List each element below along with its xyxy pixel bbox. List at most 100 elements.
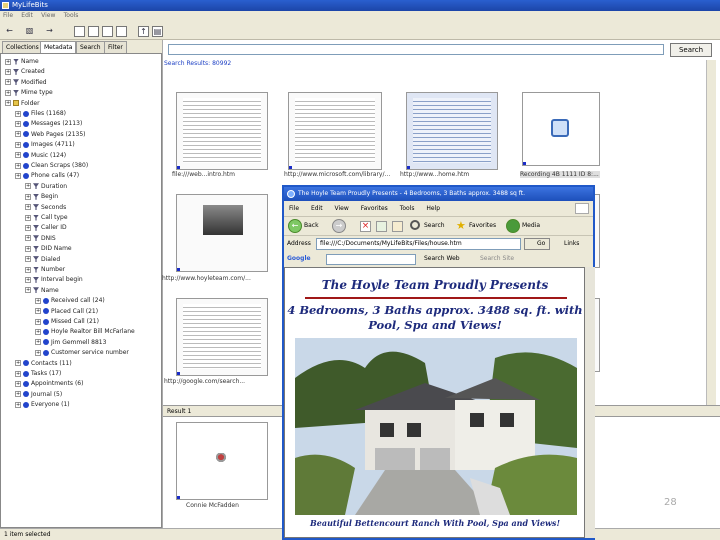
tree-item[interactable]: + Hoyle Realtor Bill McFarlane	[35, 327, 135, 336]
tree-item[interactable]: + Created	[5, 67, 45, 76]
view-detail-icon[interactable]	[102, 26, 113, 37]
expand-toggle-icon[interactable]: +	[25, 193, 31, 200]
expand-toggle-icon[interactable]: +	[25, 256, 31, 263]
browser-menu-file[interactable]: File	[284, 203, 304, 214]
expand-toggle-icon[interactable]: +	[25, 276, 31, 283]
expand-toggle-icon[interactable]: +	[35, 318, 41, 325]
tree-item[interactable]: + Received call (24)	[35, 296, 105, 305]
expand-toggle-icon[interactable]: +	[15, 141, 21, 148]
expand-toggle-icon[interactable]: +	[25, 287, 31, 294]
expand-toggle-icon[interactable]: +	[5, 58, 11, 65]
tree-item[interactable]: + Number	[25, 265, 65, 274]
browser-menu-help[interactable]: Help	[421, 203, 445, 214]
result-thumbnail[interactable]	[522, 92, 600, 166]
result-thumbnail[interactable]	[176, 298, 268, 376]
menu-view[interactable]: View	[38, 11, 58, 20]
tree-item[interactable]: + Caller ID	[25, 223, 67, 232]
expand-toggle-icon[interactable]: +	[15, 110, 21, 117]
expand-toggle-icon[interactable]: +	[35, 308, 41, 315]
search-web-button[interactable]: Search Web	[424, 255, 460, 262]
search-button-label[interactable]: Search	[424, 222, 445, 229]
tab-filter[interactable]: Filter	[104, 41, 127, 53]
tree-item[interactable]: + Appointments (6)	[15, 379, 83, 388]
tree-item[interactable]: + Web Pages (2135)	[15, 130, 86, 139]
search-button[interactable]: Search	[670, 43, 712, 57]
folder-icon[interactable]: ▧	[24, 26, 35, 37]
expand-toggle-icon[interactable]: +	[5, 79, 11, 86]
back-icon[interactable]: ←	[288, 219, 302, 233]
view-single-icon[interactable]	[74, 26, 85, 37]
expand-toggle-icon[interactable]: +	[15, 370, 21, 377]
expand-toggle-icon[interactable]: +	[15, 120, 21, 127]
tree-item[interactable]: + Phone calls (47)	[15, 171, 79, 180]
expand-toggle-icon[interactable]: +	[15, 380, 21, 387]
browser-menu-favorites[interactable]: Favorites	[356, 203, 393, 214]
tree-item[interactable]: + Name	[5, 57, 39, 66]
tree-item[interactable]: + DID Name	[25, 244, 72, 253]
tree-item[interactable]: + Mime type	[5, 88, 53, 97]
tree-item[interactable]: + Jim Gemmell 8813	[35, 338, 106, 347]
tab-search[interactable]: Search	[76, 41, 105, 53]
tree-item[interactable]: + Journal (5)	[15, 390, 62, 399]
search-icon[interactable]	[410, 220, 420, 230]
tree-item[interactable]: + Customer service number	[35, 348, 129, 357]
tree-item[interactable]: + Images (4711)	[15, 140, 75, 149]
expand-toggle-icon[interactable]: +	[5, 89, 11, 96]
tab-collections[interactable]: Collections	[2, 41, 43, 53]
expand-toggle-icon[interactable]: +	[35, 339, 41, 346]
result-thumbnail[interactable]	[176, 194, 268, 272]
expand-toggle-icon[interactable]: +	[15, 152, 21, 159]
menu-tools[interactable]: Tools	[61, 11, 82, 20]
view-thumbnail-icon[interactable]	[116, 26, 127, 37]
expand-toggle-icon[interactable]: +	[15, 131, 21, 138]
expand-toggle-icon[interactable]: +	[25, 224, 31, 231]
browser-menu-edit[interactable]: Edit	[306, 203, 328, 214]
back-button-label[interactable]: Back	[304, 222, 319, 229]
browser-menu-tools[interactable]: Tools	[395, 203, 420, 214]
address-input[interactable]: file:///C:/Documents/MyLifeBits/Files/ho…	[316, 238, 521, 250]
tree-item[interactable]: + Contacts (11)	[15, 359, 72, 368]
expand-toggle-icon[interactable]: +	[25, 214, 31, 221]
go-button[interactable]: Go	[524, 238, 550, 250]
stop-icon[interactable]: ×	[360, 221, 371, 232]
favorites-star-icon[interactable]: ★	[456, 220, 466, 232]
menu-edit[interactable]: Edit	[18, 11, 36, 20]
expand-toggle-icon[interactable]: +	[15, 162, 21, 169]
results-scrollbar[interactable]	[706, 60, 716, 405]
result-thumbnail[interactable]	[288, 92, 382, 170]
media-icon[interactable]	[506, 219, 520, 233]
tree-item[interactable]: + Interval begin	[25, 275, 83, 284]
tree-item[interactable]: + Folder	[5, 99, 40, 108]
tree-item[interactable]: + Missed Call (21)	[35, 317, 99, 326]
view-mode-icon[interactable]: ▤	[152, 26, 163, 37]
tree-item[interactable]: + Dialed	[25, 255, 60, 264]
expand-toggle-icon[interactable]: +	[5, 100, 11, 107]
search-site-button[interactable]: Search Site	[480, 255, 514, 262]
tree-item[interactable]: + Everyone (1)	[15, 400, 70, 409]
tree-item[interactable]: + Modified	[5, 78, 47, 87]
result-thumbnail[interactable]	[176, 92, 268, 170]
expand-toggle-icon[interactable]: +	[15, 401, 21, 408]
expand-toggle-icon[interactable]: +	[25, 204, 31, 211]
links-label[interactable]: Links	[564, 240, 579, 247]
result-thumbnail[interactable]	[406, 92, 498, 170]
google-search-input[interactable]	[326, 254, 416, 265]
tree-item[interactable]: + Messages (2113)	[15, 119, 82, 128]
tree-item[interactable]: + Seconds	[25, 203, 66, 212]
browser-scrollbar[interactable]	[585, 267, 595, 538]
tree-item[interactable]: + Duration	[25, 182, 67, 191]
forward-icon[interactable]: →	[332, 219, 346, 233]
tree-item[interactable]: + Call type	[25, 213, 68, 222]
refresh-icon[interactable]	[376, 221, 387, 232]
tree-item[interactable]: + Placed Call (21)	[35, 307, 98, 316]
tree-item[interactable]: + Files (1168)	[15, 109, 66, 118]
browser-menu-view[interactable]: View	[330, 203, 354, 214]
menu-file[interactable]: File	[0, 11, 16, 20]
forward-arrow-icon[interactable]: →	[44, 26, 55, 37]
expand-toggle-icon[interactable]: +	[15, 172, 21, 179]
expand-toggle-icon[interactable]: +	[5, 68, 11, 75]
home-icon[interactable]	[392, 221, 403, 232]
media-button-label[interactable]: Media	[522, 222, 540, 229]
favorites-button-label[interactable]: Favorites	[469, 222, 496, 229]
back-arrow-icon[interactable]: ←	[4, 26, 15, 37]
